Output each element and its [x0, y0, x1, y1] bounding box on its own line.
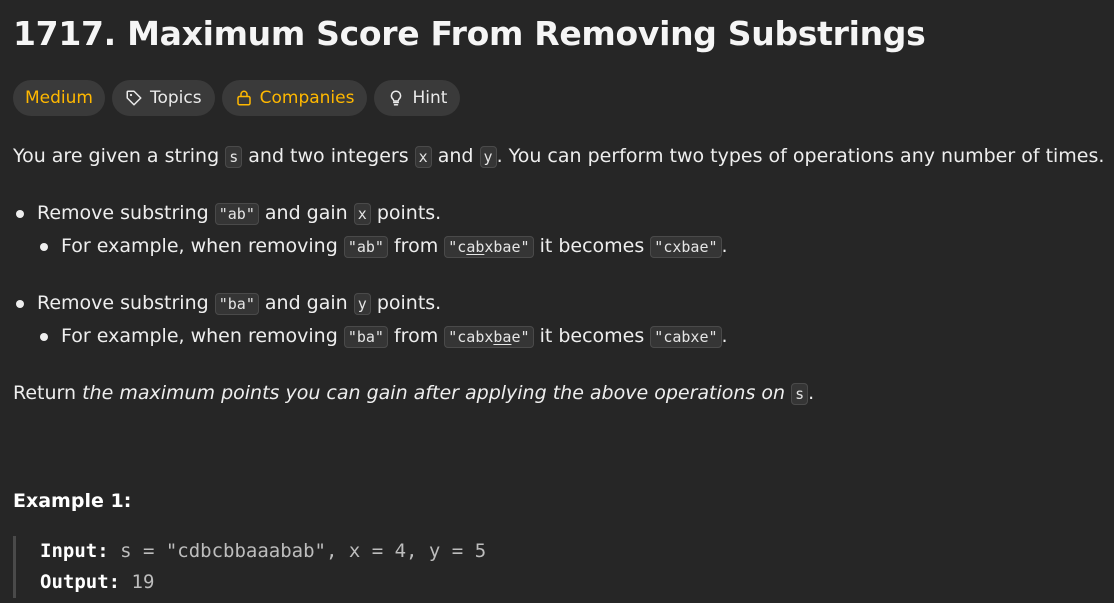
text: from — [387, 325, 445, 347]
lock-icon — [236, 90, 251, 106]
hint-button[interactable]: Hint — [374, 80, 461, 116]
inline-code: "ba" — [214, 293, 259, 315]
problem-title[interactable]: 1717. Maximum Score From Removing Substr… — [13, 14, 926, 54]
text: You are given a string — [13, 145, 226, 167]
list-item: Remove substring "ab" and gain x points. — [13, 197, 1108, 230]
underlined-text: ab — [466, 238, 485, 256]
text: For example, when removing — [61, 235, 344, 257]
inline-code: y — [479, 146, 497, 168]
companies-label: Companies — [259, 88, 355, 108]
text: e" — [511, 328, 530, 346]
inline-code: s — [791, 383, 809, 405]
inline-code: s — [225, 146, 243, 168]
text: "cabx — [448, 328, 494, 346]
example-1-block: Input: s = "cdbcbbaaabab", x = 4, y = 5 … — [13, 536, 486, 598]
text: . — [721, 325, 728, 347]
inline-code: "cxbae" — [650, 236, 722, 258]
lightbulb-icon — [391, 90, 402, 106]
inline-code: "cabxbae" — [444, 326, 534, 348]
text: For example, when removing — [61, 325, 344, 347]
text: it becomes — [533, 235, 651, 257]
inline-code: "ab" — [214, 203, 259, 225]
text: . You can perform two types of operation… — [496, 145, 1105, 167]
text: Remove substring — [37, 202, 215, 224]
underlined-text: ba — [493, 328, 512, 346]
difficulty-label: Medium — [25, 88, 93, 108]
inline-code: "ab" — [343, 236, 388, 258]
topics-button[interactable]: Topics — [111, 80, 215, 116]
text: "c — [448, 238, 467, 256]
text: Remove substring — [37, 292, 215, 314]
list-item: For example, when removing "ab" from "ca… — [13, 230, 1108, 263]
example-output-line: Output: 19 — [40, 567, 486, 598]
input-label: Input: — [40, 540, 109, 562]
difficulty-badge: Medium — [13, 80, 105, 116]
intro-paragraph: You are given a string s and two integer… — [13, 140, 1108, 173]
topics-label: Topics — [149, 88, 202, 108]
text: Return — [13, 382, 83, 404]
problem-content: You are given a string s and two integer… — [13, 140, 1108, 410]
list-item: For example, when removing "ba" from "ca… — [13, 320, 1108, 353]
inline-code: "cabxe" — [650, 326, 722, 348]
inline-code: y — [353, 293, 371, 315]
text: xbae" — [484, 238, 530, 256]
example-1-title: Example 1: — [13, 490, 132, 512]
text: and gain — [258, 292, 354, 314]
inline-code: "ba" — [343, 326, 388, 348]
text: and two integers — [242, 145, 415, 167]
output-value: 19 — [120, 571, 155, 593]
companies-button[interactable]: Companies — [221, 80, 368, 116]
text: and gain — [258, 202, 354, 224]
text: points. — [370, 202, 442, 224]
text: it becomes — [533, 325, 651, 347]
inline-code: x — [353, 203, 371, 225]
emphasis-text: the maximum points you can gain after ap… — [82, 382, 786, 404]
list-item: Remove substring "ba" and gain y points. — [13, 287, 1108, 320]
hint-label: Hint — [412, 88, 448, 108]
inline-code: x — [414, 146, 432, 168]
text: points. — [370, 292, 442, 314]
input-value: s = "cdbcbbaaabab", x = 4, y = 5 — [108, 540, 487, 562]
problem-tags: Medium Topics Companies Hint — [13, 80, 461, 116]
operations-list: Remove substring "ab" and gain x points.… — [13, 197, 1108, 353]
inline-code: "cabxbae" — [444, 236, 534, 258]
text: . — [808, 382, 815, 404]
example-input-line: Input: s = "cdbcbbaaabab", x = 4, y = 5 — [40, 536, 486, 567]
text: and — [431, 145, 480, 167]
text: . — [721, 235, 728, 257]
text: from — [387, 235, 445, 257]
return-paragraph: Return the maximum points you can gain a… — [13, 377, 1108, 410]
tag-icon — [126, 90, 142, 106]
output-label: Output: — [40, 571, 121, 593]
